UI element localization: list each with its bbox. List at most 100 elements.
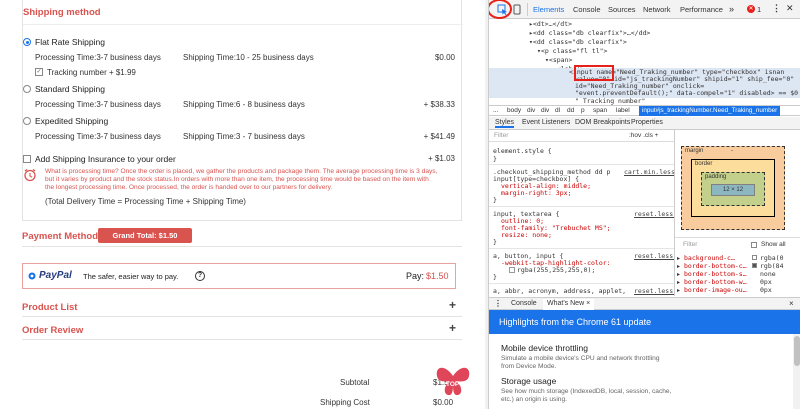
drawer-close-icon[interactable]: × [789, 299, 794, 308]
color-swatch-icon[interactable] [509, 267, 515, 273]
expand-arrow-icon[interactable]: ▸ [677, 287, 680, 294]
product-list-title[interactable]: Product List [22, 302, 77, 313]
css-source-link[interactable]: reset.less:31 [634, 210, 674, 218]
show-all-label: Show all [761, 241, 786, 248]
drawer-scrollbar[interactable] [793, 334, 800, 409]
tab-console[interactable]: Console [573, 5, 601, 14]
dom-line[interactable]: ▾<p class="fl tl"> [537, 47, 607, 55]
expand-order-review-icon[interactable]: + [449, 321, 456, 335]
dom-line[interactable]: ▸<dd class="db clearfix">…</dd> [529, 29, 650, 37]
expand-product-list-icon[interactable]: + [449, 298, 456, 312]
news-title[interactable]: Mobile device throttling [501, 343, 588, 353]
flat-rate-radio[interactable] [23, 38, 31, 46]
box-model-padding-label: padding [705, 174, 727, 180]
divider [675, 237, 800, 238]
breadcrumb-item[interactable]: ... [493, 107, 498, 114]
expand-arrow-icon[interactable]: ▸ [677, 279, 680, 286]
tab-sources[interactable]: Sources [608, 5, 636, 14]
computed-property[interactable]: border-bottom-w… [684, 278, 747, 286]
breadcrumb-item[interactable]: div [541, 107, 549, 114]
drawer-menu-icon[interactable]: ⋮ [494, 299, 502, 308]
divider [489, 206, 674, 207]
help-icon[interactable]: ? [195, 271, 205, 281]
standard-price: + $38.33 [423, 100, 455, 109]
tab-event-listeners[interactable]: Event Listeners [522, 119, 570, 126]
order-review-title[interactable]: Order Review [22, 325, 83, 336]
close-devtools-icon[interactable]: ✕ [786, 3, 794, 14]
devtools-panel: Elements Console Sources Network Perform… [488, 0, 800, 409]
dom-tree[interactable]: ▸<dt>…</dt> ▸<dd class="db clearfix">…</… [489, 19, 800, 105]
breadcrumb-active-item[interactable]: input#js_trackingNumber.Need_Traking_num… [639, 106, 781, 116]
css-rule-selector[interactable]: a, abbr, acronym, address, applet, [493, 287, 626, 295]
breadcrumb-item[interactable]: div [527, 107, 535, 114]
computed-property[interactable]: border-bottom-s… [684, 270, 747, 278]
computed-value: rgba(0 [760, 254, 784, 262]
css-source-link[interactable]: reset.less:1 [634, 287, 674, 295]
show-all-checkbox[interactable] [751, 242, 757, 248]
breadcrumb-item[interactable]: span [593, 107, 607, 114]
selected-node-line-4[interactable]: "event.preventDefault();" data-compel="1… [575, 89, 798, 97]
tab-dom-breakpoints[interactable]: DOM Breakpoints [575, 119, 630, 126]
computed-property[interactable]: border-bottom-c… [684, 262, 747, 270]
css-property[interactable]: margin-right: 3px; [501, 189, 571, 197]
devtools-menu-icon[interactable]: ⋮ [772, 3, 781, 14]
expedited-label: Expedited Shipping [35, 116, 109, 126]
breadcrumb-item[interactable]: p [581, 107, 585, 114]
box-model-margin-label: margin [685, 148, 704, 154]
error-count: 1 [757, 5, 762, 14]
news-title[interactable]: Storage usage [501, 376, 556, 386]
scrollbar-thumb[interactable] [794, 336, 800, 366]
tab-performance[interactable]: Performance [680, 5, 723, 14]
styles-tools[interactable]: :hov .cls + [629, 132, 658, 139]
css-property[interactable]: resize: none; [501, 231, 552, 239]
computed-property[interactable]: border-image-ou… [684, 286, 747, 294]
expedited-radio[interactable] [23, 117, 31, 125]
processing-notice-line-1: What is processing time? Once the order … [45, 168, 438, 175]
drawer-tab-whats-new[interactable]: What's New × [543, 299, 595, 310]
dom-line[interactable]: ▸<dt>…</dt> [529, 20, 572, 28]
divider [489, 248, 674, 249]
insurance-checkbox[interactable] [23, 155, 31, 163]
computed-property[interactable]: background-c… [684, 254, 735, 262]
tab-styles[interactable]: Styles [495, 119, 515, 128]
divider [22, 316, 462, 317]
paypal-logo: PayPal [39, 270, 72, 281]
breadcrumb-item[interactable]: label [616, 107, 630, 114]
css-rule-selector[interactable]: element.style { [493, 147, 552, 155]
dom-line[interactable]: ▾<dd class="db clearfix"> [529, 38, 627, 46]
css-value[interactable]: rgba(255,255,255,0); [517, 266, 595, 274]
breadcrumb-item[interactable]: dl [555, 107, 560, 114]
css-rule-end: } [493, 155, 497, 163]
shipping-cost-label: Shipping Cost [320, 398, 370, 407]
divider [527, 3, 528, 16]
tab-properties[interactable]: Properties [631, 119, 663, 126]
insurance-label: Add Shipping Insurance to your order [35, 154, 176, 164]
standard-radio[interactable] [23, 85, 31, 93]
error-icon[interactable]: ✕ [747, 5, 755, 13]
css-source-link[interactable]: cart.min.less:351 [624, 168, 674, 176]
paypal-option[interactable]: PayPal The safer, easier way to pay. ? P… [22, 263, 456, 289]
computed-filter-input[interactable]: Filter [683, 241, 697, 248]
breadcrumb-item[interactable]: dd [567, 107, 574, 114]
more-tabs-icon[interactable]: » [729, 4, 734, 14]
css-source-link[interactable]: reset.less:29 [634, 252, 674, 260]
news-desc: etc.) an origin is using. [501, 396, 567, 403]
shipping-method-title: Shipping method [23, 7, 101, 18]
tab-network[interactable]: Network [643, 5, 671, 14]
box-model-content: 12 × 12 [711, 184, 755, 196]
css-rule-end: } [493, 238, 497, 246]
tracking-checkbox[interactable]: ✓ [35, 68, 43, 76]
alarm-clock-icon [24, 169, 36, 182]
expand-arrow-icon[interactable]: ▸ [677, 263, 680, 270]
device-toolbar-icon[interactable] [513, 4, 523, 15]
drawer-tab-console[interactable]: Console [511, 300, 537, 307]
expand-arrow-icon[interactable]: ▸ [677, 271, 680, 278]
dom-text-node[interactable]: " Tracking number" [575, 97, 645, 105]
styles-filter-input[interactable]: Filter [494, 132, 508, 139]
expand-arrow-icon[interactable]: ▸ [677, 255, 680, 262]
highlights-title: Highlights from the Chrome 61 update [499, 317, 652, 327]
breadcrumb-item[interactable]: body [507, 107, 521, 114]
back-to-top-button[interactable]: TOP [433, 362, 473, 400]
dom-line[interactable]: ▾<span> [545, 56, 572, 64]
tab-elements[interactable]: Elements [533, 5, 564, 14]
